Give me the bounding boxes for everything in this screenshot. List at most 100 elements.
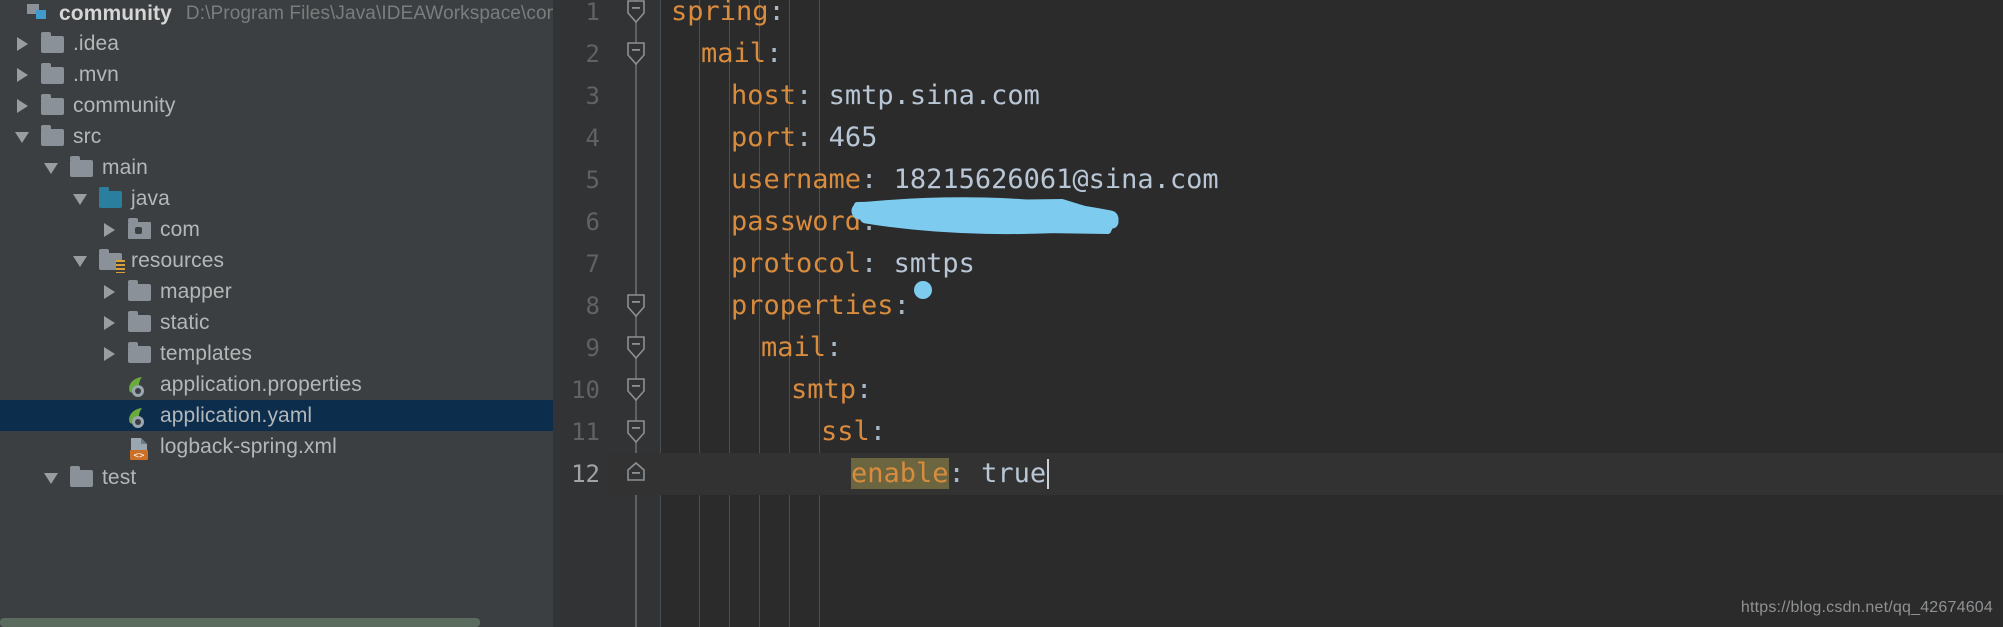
folder-icon-wrap bbox=[39, 124, 67, 149]
code-line[interactable]: smtp: bbox=[791, 369, 872, 411]
tree-expander[interactable] bbox=[101, 376, 118, 393]
tree-item-static[interactable]: static bbox=[0, 307, 553, 338]
yaml-key: mail bbox=[701, 38, 767, 69]
yaml-key: spring bbox=[671, 0, 769, 27]
code-line[interactable]: enable: true bbox=[851, 453, 1046, 495]
editor-gutter[interactable]: 1 2 3 4 5 6 7 8 9 10 11 12 bbox=[553, 0, 608, 627]
yaml-key: enable bbox=[851, 458, 949, 489]
folder-icon-wrap bbox=[126, 341, 154, 366]
line-number: 6 bbox=[585, 208, 600, 236]
tree-item-label: logback-spring.xml bbox=[160, 434, 337, 458]
yaml-value: 465 bbox=[828, 122, 878, 153]
tree-item-main[interactable]: main bbox=[0, 152, 553, 183]
source-folder-icon-wrap bbox=[97, 186, 125, 211]
tree-expander[interactable] bbox=[101, 345, 118, 362]
tree-expander[interactable] bbox=[101, 221, 118, 238]
tree-expander[interactable] bbox=[72, 252, 89, 269]
fold-collapse-icon[interactable] bbox=[625, 293, 647, 319]
editor-code-area[interactable]: spring: mail: host: smtp.sina.com port: 465… bbox=[661, 0, 2003, 627]
tree-item-label: .mvn bbox=[73, 62, 119, 86]
code-line[interactable]: host: smtp.sina.com bbox=[731, 75, 1040, 117]
tree-item-java[interactable]: java bbox=[0, 183, 553, 214]
line-number: 5 bbox=[585, 166, 600, 194]
tree-expander[interactable] bbox=[101, 283, 118, 300]
line-number: 7 bbox=[585, 250, 600, 278]
tree-item-community[interactable]: community bbox=[0, 90, 553, 121]
project-name: community bbox=[59, 2, 172, 25]
tree-item-label: main bbox=[102, 155, 148, 179]
project-tree-horizontal-scrollbar[interactable] bbox=[0, 616, 553, 627]
ide-window: community D:\Program Files\Java\IDEAWorks… bbox=[0, 0, 2003, 627]
fold-end-icon[interactable] bbox=[625, 461, 647, 487]
tree-expander[interactable] bbox=[0, 6, 17, 23]
yaml-separator: : bbox=[796, 80, 813, 111]
folder-icon-wrap bbox=[68, 155, 96, 180]
tree-item--mvn[interactable]: .mvn bbox=[0, 59, 553, 90]
code-line[interactable]: ssl: bbox=[821, 411, 886, 453]
code-line[interactable]: protocol: smtps bbox=[731, 243, 975, 285]
folder-icon bbox=[41, 62, 64, 84]
fold-collapse-icon[interactable] bbox=[625, 335, 647, 361]
text-caret bbox=[1046, 459, 1049, 489]
yaml-separator: : bbox=[861, 206, 878, 237]
yaml-separator: : bbox=[766, 38, 783, 69]
tree-item-application-properties[interactable]: application.properties bbox=[0, 369, 553, 400]
yaml-key: properties bbox=[731, 290, 894, 321]
tree-expander[interactable] bbox=[14, 35, 31, 52]
code-line[interactable]: username: 18215626061@sina.com bbox=[731, 159, 1219, 201]
project-root-row[interactable]: community D:\Program Files\Java\IDEAWorks… bbox=[0, 0, 553, 28]
tree-item-logback-spring-xml[interactable]: <> logback-spring.xml bbox=[0, 431, 553, 462]
tree-item-test[interactable]: test bbox=[0, 462, 553, 493]
tree-item-com[interactable]: com bbox=[0, 214, 553, 245]
tree-expander[interactable] bbox=[43, 469, 60, 486]
xml-file-icon: <> bbox=[130, 437, 148, 461]
module-icon-glyph bbox=[27, 4, 46, 19]
xml-file-icon-wrap: <> bbox=[126, 435, 154, 461]
tree-expander[interactable] bbox=[43, 159, 60, 176]
tree-item-mapper[interactable]: mapper bbox=[0, 276, 553, 307]
line-number: 11 bbox=[571, 418, 600, 446]
fold-collapse-icon[interactable] bbox=[625, 419, 647, 445]
tree-expander[interactable] bbox=[14, 97, 31, 114]
code-line[interactable]: mail: bbox=[761, 327, 842, 369]
tree-expander[interactable] bbox=[14, 128, 31, 145]
folder-icon bbox=[41, 93, 64, 115]
code-line[interactable]: password: bbox=[731, 201, 877, 243]
scrollbar-thumb[interactable] bbox=[0, 618, 480, 627]
tree-expander[interactable] bbox=[101, 407, 118, 424]
tree-expander[interactable] bbox=[101, 438, 118, 455]
project-path: D:\Program Files\Java\IDEAWorkspace\comm bbox=[185, 3, 553, 24]
yaml-value: smtps bbox=[893, 248, 975, 279]
tree-expander[interactable] bbox=[14, 66, 31, 83]
tree-item--idea[interactable]: .idea bbox=[0, 28, 553, 59]
code-line[interactable]: properties: bbox=[731, 285, 910, 327]
fold-collapse-icon[interactable] bbox=[625, 0, 647, 25]
yaml-separator: : bbox=[861, 248, 878, 279]
yaml-value: smtp.sina.com bbox=[828, 80, 1040, 111]
yaml-key: ssl bbox=[821, 416, 870, 447]
yaml-key: smtp bbox=[791, 374, 857, 405]
code-line[interactable]: mail: bbox=[701, 33, 782, 75]
project-tool-window[interactable]: community D:\Program Files\Java\IDEAWorks… bbox=[0, 0, 553, 627]
yaml-separator: : bbox=[948, 458, 965, 489]
folder-icon-wrap bbox=[39, 31, 67, 56]
code-line[interactable]: port: 465 bbox=[731, 117, 877, 159]
fold-collapse-icon[interactable] bbox=[625, 377, 647, 403]
yaml-separator: : bbox=[826, 332, 843, 363]
spring-config-icon bbox=[129, 407, 144, 428]
tree-item-label: static bbox=[160, 310, 210, 334]
line-number: 3 bbox=[585, 82, 600, 110]
code-editor[interactable]: 1 2 3 4 5 6 7 8 9 10 11 12 spring: mail: host: smtp.s… bbox=[553, 0, 2003, 627]
project-tree[interactable]: community D:\Program Files\Java\IDEAWorks… bbox=[0, 0, 553, 493]
tree-item-label: application.yaml bbox=[160, 403, 313, 427]
tree-expander[interactable] bbox=[101, 314, 118, 331]
tree-item-src[interactable]: src bbox=[0, 121, 553, 152]
editor-fold-strip[interactable] bbox=[608, 0, 661, 627]
code-line[interactable]: spring: bbox=[671, 0, 785, 33]
yaml-separator: : bbox=[869, 416, 887, 447]
tree-item-templates[interactable]: templates bbox=[0, 338, 553, 369]
fold-collapse-icon[interactable] bbox=[625, 41, 647, 67]
tree-item-application-yaml[interactable]: application.yaml bbox=[0, 400, 553, 431]
tree-expander[interactable] bbox=[72, 190, 89, 207]
tree-item-resources[interactable]: resources bbox=[0, 245, 553, 276]
